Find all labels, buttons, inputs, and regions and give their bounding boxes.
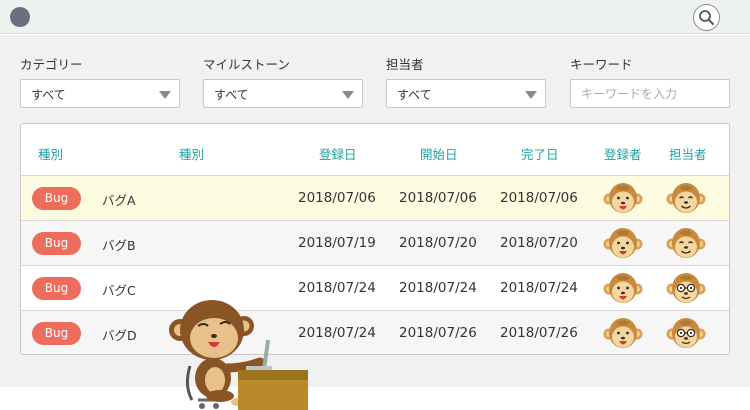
bug-badge: Bug <box>32 277 81 300</box>
issue-name[interactable]: バグB <box>102 235 136 254</box>
column-header-start[interactable]: 開始日 <box>420 144 458 163</box>
top-bar <box>0 0 750 34</box>
registered-date: 2018/07/24 <box>298 325 376 341</box>
table-row[interactable]: Bug バグA 2018/07/06 2018/07/06 2018/07/06 <box>21 175 729 220</box>
caret-down-icon <box>525 91 537 99</box>
start-date: 2018/07/20 <box>399 235 477 251</box>
monkey-at-desk-icon <box>169 300 308 410</box>
search-button[interactable] <box>693 4 720 31</box>
monkey-glasses-icon <box>666 270 706 307</box>
monkey-face-icon <box>603 270 643 307</box>
status-dot-icon <box>10 7 30 27</box>
issue-table: 種別 種別 登録日 開始日 完了日 登録者 担当者 Bug バグA 2018/0… <box>20 123 730 355</box>
monkey-smile-icon <box>666 180 706 217</box>
done-date: 2018/07/20 <box>500 235 578 251</box>
bug-badge: Bug <box>32 322 81 345</box>
column-header-type[interactable]: 種別 <box>38 144 63 163</box>
assignee-select[interactable]: すべて <box>386 79 546 108</box>
table-row[interactable]: Bug バグD 2018/07/24 2018/07/26 2018/07/26 <box>21 310 729 354</box>
issue-name[interactable]: バグD <box>102 325 137 344</box>
column-header-done[interactable]: 完了日 <box>521 144 559 163</box>
search-icon <box>699 10 714 25</box>
registered-date: 2018/07/24 <box>298 280 376 296</box>
main-area: カテゴリー すべて マイルストーン すべて 担当者 すべて キーワード 種別 種… <box>0 35 750 387</box>
monkey-smile-icon <box>666 225 706 262</box>
assignee-label: 担当者 <box>386 57 424 72</box>
done-date: 2018/07/06 <box>500 190 578 206</box>
table-row[interactable]: Bug バグC 2018/07/24 2018/07/24 2018/07/24 <box>21 265 729 310</box>
registered-date: 2018/07/06 <box>298 190 376 206</box>
bug-badge: Bug <box>32 187 81 210</box>
category-select[interactable]: すべて <box>20 79 180 108</box>
monkey-glasses-icon <box>666 315 706 352</box>
monkey-face-icon <box>603 225 643 262</box>
column-header-registered[interactable]: 登録日 <box>319 144 357 163</box>
issue-name[interactable]: バグC <box>102 280 136 299</box>
issue-name[interactable]: バグA <box>102 190 136 209</box>
column-header-reporter[interactable]: 登録者 <box>604 144 642 163</box>
assignee-select-value: すべて <box>397 88 432 102</box>
table-row[interactable]: Bug バグB 2018/07/19 2018/07/20 2018/07/20 <box>21 220 729 265</box>
caret-down-icon <box>342 91 354 99</box>
done-date: 2018/07/26 <box>500 325 578 341</box>
bug-badge: Bug <box>32 232 81 255</box>
column-header-kind[interactable]: 種別 <box>179 144 204 163</box>
keyword-input[interactable] <box>570 79 730 108</box>
category-label: カテゴリー <box>20 57 83 72</box>
registered-date: 2018/07/19 <box>298 235 376 251</box>
monkey-face-icon <box>603 180 643 217</box>
caret-down-icon <box>159 91 171 99</box>
milestone-select[interactable]: すべて <box>203 79 363 108</box>
start-date: 2018/07/24 <box>399 280 477 296</box>
start-date: 2018/07/26 <box>399 325 477 341</box>
column-header-assignee[interactable]: 担当者 <box>669 144 707 163</box>
category-select-value: すべて <box>31 88 66 102</box>
keyword-label: キーワード <box>570 57 633 72</box>
start-date: 2018/07/06 <box>399 190 477 206</box>
milestone-label: マイルストーン <box>203 57 290 72</box>
monkey-face-icon <box>603 315 643 352</box>
milestone-select-value: すべて <box>214 88 249 102</box>
done-date: 2018/07/24 <box>500 280 578 296</box>
